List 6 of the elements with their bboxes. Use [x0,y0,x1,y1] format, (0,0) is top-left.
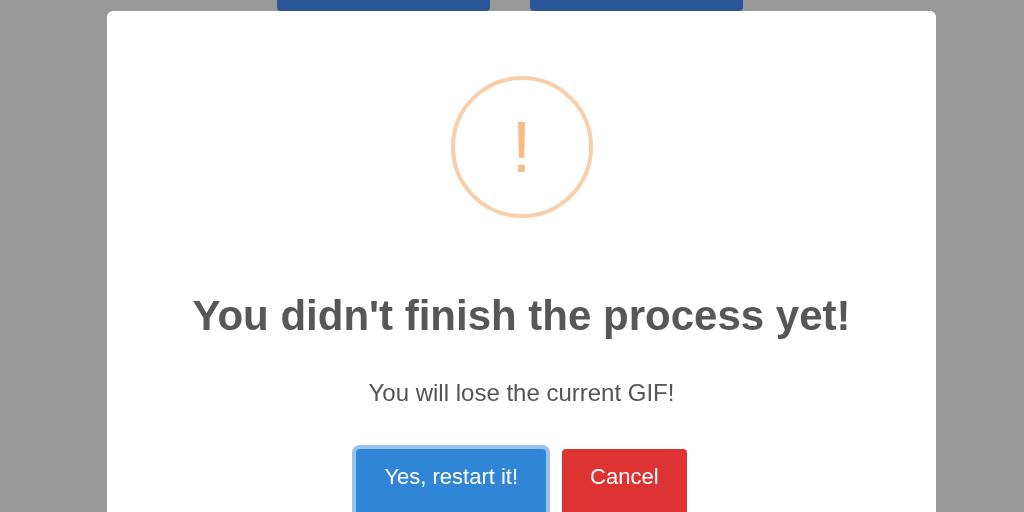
background-button[interactable] [530,0,743,11]
dialog-message: You will lose the current GIF! [368,377,675,408]
cancel-button[interactable]: Cancel [562,448,687,512]
warning-icon: ! [450,76,593,218]
background-button[interactable] [277,0,490,11]
dialog-title: You didn't finish the process yet! [192,291,851,341]
